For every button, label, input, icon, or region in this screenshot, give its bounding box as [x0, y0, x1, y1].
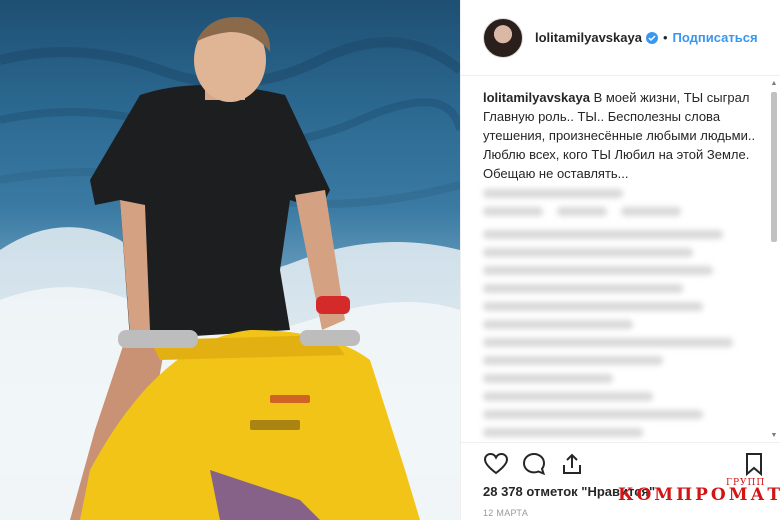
bookmark-icon[interactable] — [741, 451, 767, 477]
comments-scrollbar[interactable]: ▲ ▼ — [769, 80, 779, 440]
post-caption: lolitamilyavskaya В моей жизни, ТЫ сыгра… — [483, 88, 763, 183]
share-icon[interactable] — [559, 451, 585, 477]
caption-username-link[interactable]: lolitamilyavskaya — [483, 90, 590, 105]
comment-icon[interactable] — [521, 451, 547, 477]
avatar[interactable] — [483, 17, 523, 58]
follow-button[interactable]: Подписаться — [673, 30, 758, 45]
scrollbar-thumb[interactable] — [771, 92, 777, 242]
post-sidebar: lolitamilyavskaya • Подписаться lolitami… — [460, 0, 780, 520]
username-link[interactable]: lolitamilyavskaya — [535, 30, 642, 45]
separator-dot: • — [662, 30, 668, 45]
verified-badge-icon — [645, 31, 658, 44]
scroll-down-icon[interactable]: ▼ — [770, 432, 778, 440]
post-header: lolitamilyavskaya • Подписаться — [461, 0, 780, 76]
photo-illustration — [0, 17, 460, 520]
heart-icon[interactable] — [483, 451, 509, 477]
watermark-big-text: КОМПРОМАТ — [618, 485, 780, 505]
post-actions — [461, 442, 780, 482]
scroll-up-icon[interactable]: ▲ — [770, 80, 778, 88]
blurred-comments — [483, 180, 753, 442]
post-date[interactable]: 12 МАРТА — [483, 508, 528, 518]
post-photo[interactable] — [0, 0, 460, 520]
